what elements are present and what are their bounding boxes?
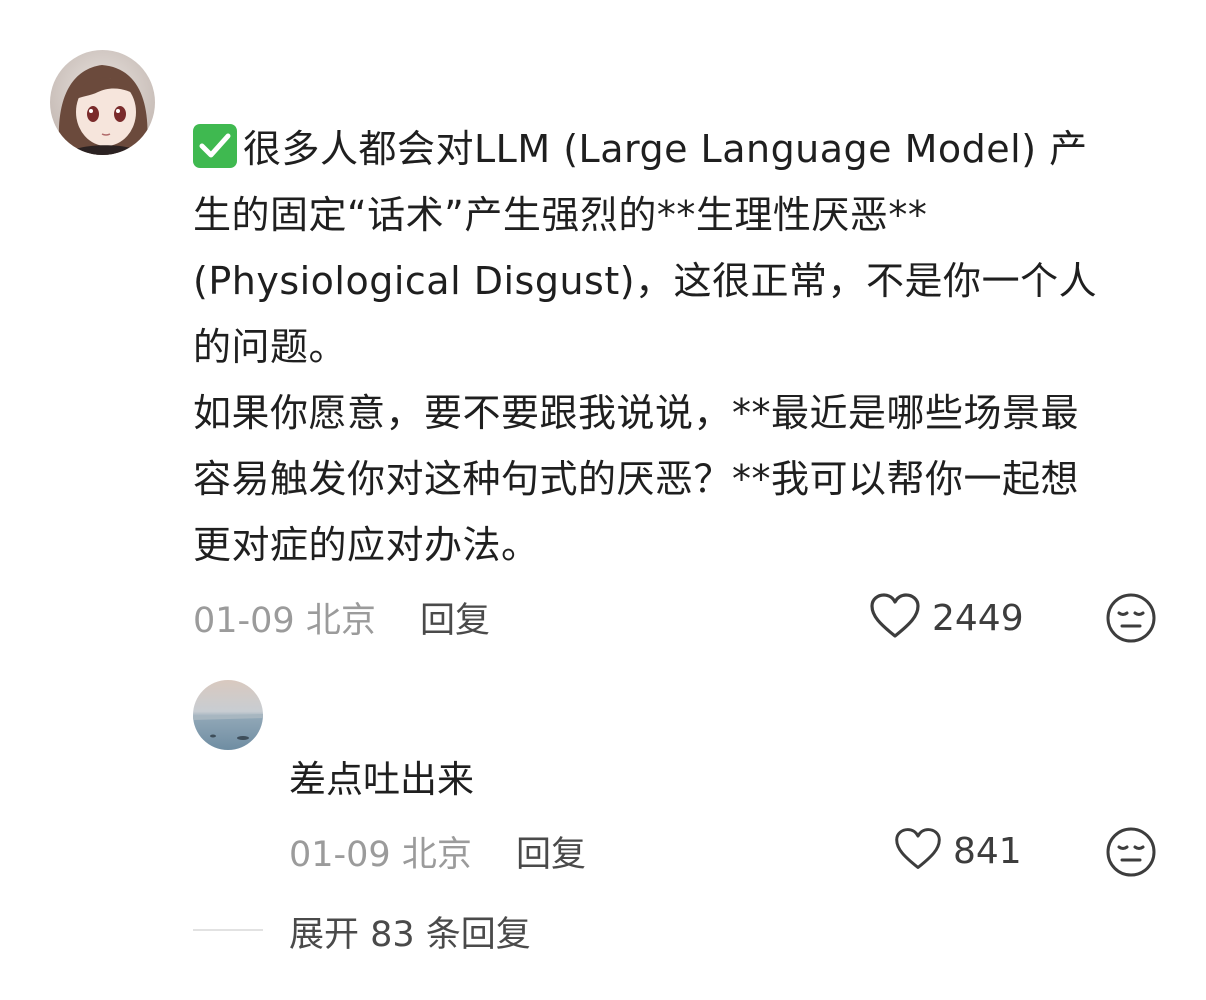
comment-line: 更对症的应对办法。: [193, 523, 540, 567]
comment-line: 的问题。: [193, 325, 348, 369]
heart-outline-icon: [893, 826, 943, 876]
neutral-face-icon[interactable]: [1105, 592, 1157, 648]
reply-avatar[interactable]: [193, 680, 263, 750]
comment-line: 生的固定“话术”产生强烈的**生理性厌恶**: [193, 193, 928, 237]
reply-text: 差点吐出来: [289, 758, 474, 801]
expand-replies-button[interactable]: 展开 83 条回复: [289, 906, 531, 957]
like-button[interactable]: 2449: [868, 592, 1024, 644]
reply-like-count: 841: [953, 830, 1022, 872]
reply-button[interactable]: 回复: [420, 592, 490, 643]
check-mark-icon: [193, 124, 237, 168]
comment-date: 01-09: [193, 601, 295, 641]
comment-location: 北京: [305, 601, 376, 641]
comment-line: 如果你愿意，要不要跟我说说，**最近是哪些场景最: [193, 391, 1080, 435]
reply-like-button[interactable]: 841: [893, 826, 1022, 876]
reply-reply-button[interactable]: 回复: [516, 826, 586, 877]
comment-line: (Physiological Disgust)，这很正常，不是你一个人: [193, 259, 1098, 303]
comment-line: 容易触发你对这种句式的厌恶？**我可以帮你一起想: [193, 457, 1080, 501]
divider: [193, 929, 263, 931]
neutral-face-icon[interactable]: [1105, 826, 1157, 882]
reply-date: 01-09: [289, 835, 391, 875]
like-count: 2449: [932, 597, 1024, 639]
avatar[interactable]: [50, 50, 155, 155]
reply-location: 北京: [401, 835, 472, 875]
comment-meta: 01-09 北京: [193, 592, 376, 643]
reply-meta: 01-09 北京: [289, 826, 472, 877]
heart-outline-icon: [868, 592, 922, 644]
comment-line: 很多人都会对LLM (Large Language Model) 产: [243, 127, 1088, 171]
comment-text: 很多人都会对LLM (Large Language Model) 产 生的固定“…: [193, 116, 1153, 578]
